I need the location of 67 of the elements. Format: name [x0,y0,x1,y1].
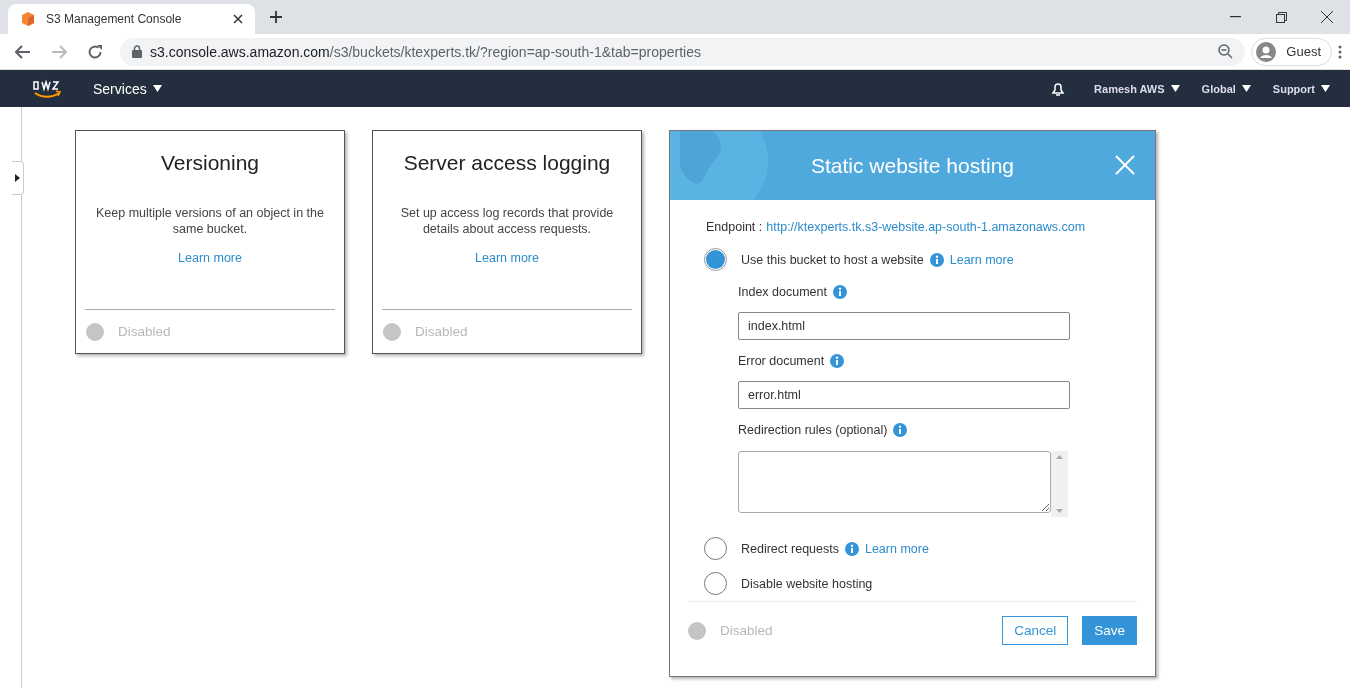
reload-icon[interactable] [87,43,103,60]
learn-more-link[interactable]: Learn more [864,541,929,556]
status-dot [383,322,401,341]
option-label: Disable website hosting [741,576,873,591]
option-label: Use this bucket to host a website [741,252,924,267]
close-icon[interactable] [1321,11,1333,23]
caret-icon [15,174,20,182]
caret-icon [1170,85,1180,92]
radio-button[interactable] [704,248,727,271]
info-icon[interactable] [893,423,908,437]
zoom-out-icon[interactable] [1218,44,1234,59]
status-dot [86,322,104,341]
nav-menu[interactable]: Global [1201,82,1251,95]
option-label: Redirect requests [741,541,839,556]
card-description: Set up access log records that provide details about access requests. [399,205,615,237]
restore-icon[interactable] [1275,11,1287,23]
card-title: Server access logging [403,151,611,175]
status-dot [688,621,706,640]
caret-icon [152,85,162,92]
new-tab-icon[interactable] [269,10,283,24]
url-text: s3.console.aws.amazon.com/s3/buckets/ktexperts.tk/?region=ap-south-1&tab=properties [150,43,702,60]
info-icon[interactable] [832,285,847,299]
scrollbar[interactable] [1051,451,1068,517]
nav-menu[interactable]: Support [1272,82,1330,95]
tab-title: S3 Management Console [46,12,183,26]
info-icon[interactable] [830,354,845,368]
card-description: Keep multiple versions of an object in the same bucket. [95,205,325,237]
text-area[interactable] [738,451,1051,513]
cube-icon [20,11,36,27]
more-icon[interactable] [1338,44,1342,59]
status-text: Disabled [415,324,468,339]
text-field[interactable]: index.html [738,312,1070,340]
caret-icon [1321,85,1330,92]
services-menu[interactable]: Services [93,80,162,97]
down-arrow-icon[interactable] [1056,509,1063,513]
up-arrow-icon[interactable] [1056,455,1063,459]
field-label: Error document [738,354,825,368]
forward-arrow-icon[interactable] [51,44,67,59]
address-bar[interactable]: s3.console.aws.amazon.com/s3/buckets/ktexperts.tk/?region=ap-south-1&tab=properties [120,37,1246,66]
card-title: Versioning [160,151,260,175]
sidebar-toggle[interactable] [12,161,24,195]
info-icon[interactable] [929,252,944,267]
nav-menu[interactable]: Ramesh AWS [1094,82,1180,95]
lock-icon [132,45,142,58]
learn-more-link[interactable]: Learn more [475,251,539,265]
field-label: Index document [738,285,827,299]
avatar-icon [1256,41,1277,62]
field-label: Redirection rules (optional) [738,423,888,437]
close-button[interactable] [1113,153,1137,177]
learn-more-link[interactable]: Learn more [949,252,1014,267]
back-arrow-icon[interactable] [15,44,31,59]
minimize-icon[interactable] [1229,16,1241,18]
close-icon[interactable] [233,14,243,24]
panel-title: Static website hosting [810,153,1015,178]
logo-icon [32,78,62,99]
info-icon[interactable] [844,541,859,556]
browser-tab[interactable]: S3 Management Console [8,4,255,34]
property-card[interactable]: Server access logging Set up access log records that provide details about access requests. Learn more Disabled [372,130,642,354]
endpoint-label: Endpoint : [706,220,763,234]
status-text: Disabled [720,623,773,638]
caret-icon [1241,85,1251,92]
status-text: Disabled [118,324,171,339]
endpoint-link[interactable]: http://ktexperts.tk.s3-website.ap-south-1.amazonaws.com [766,220,1086,234]
bell-icon[interactable] [1050,80,1067,97]
learn-more-link[interactable]: Learn more [178,251,242,265]
text-field[interactable]: error.html [738,381,1070,409]
property-card[interactable]: Versioning Keep multiple versions of an object in the same bucket. Learn more Disabled [75,130,345,354]
